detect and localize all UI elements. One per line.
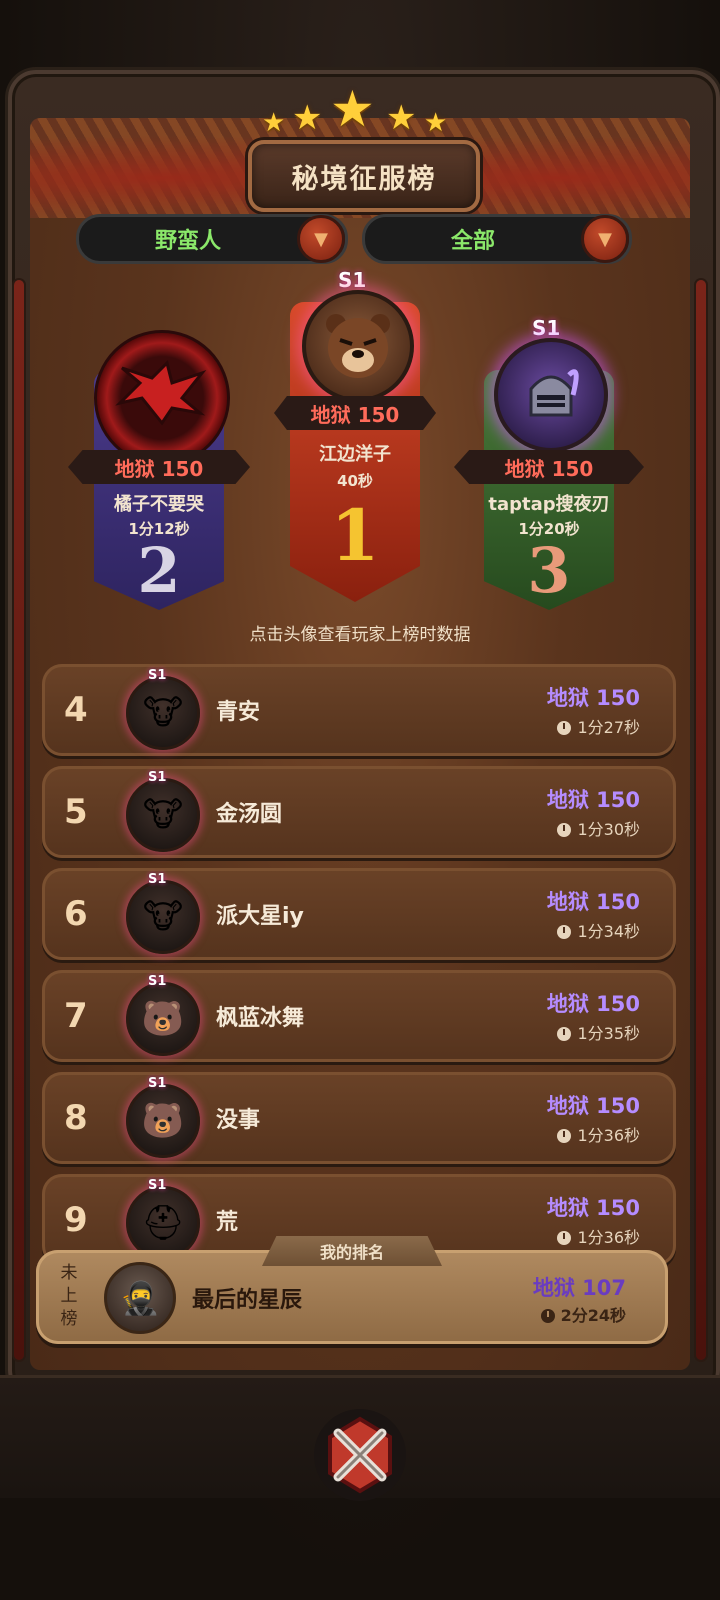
rank-number: 4 <box>64 690 88 730</box>
difficulty-score: 地狱 150 <box>546 1094 640 1118</box>
clear-time: 1分36秒 <box>557 1122 640 1146</box>
clock-icon <box>557 721 572 735</box>
star-icon: ★ <box>292 98 323 138</box>
season-badge: S1 <box>148 974 167 989</box>
player-name: 金汤圆 <box>216 802 283 827</box>
clear-time-value: 1分34秒 <box>577 922 640 941</box>
rank-number: 7 <box>64 996 88 1036</box>
difficulty-score: 地狱 150 <box>546 992 640 1016</box>
season-badge: S1 <box>148 872 167 887</box>
podium-player-name: 橘子不要哭 <box>114 494 204 515</box>
bandit-icon[interactable]: 🥷 <box>104 1262 176 1334</box>
star-icon: ★ <box>424 108 448 138</box>
leaderboard-row[interactable]: 6 🐮 S1 派大星iy 地狱 150 1分34秒 <box>42 868 676 960</box>
rank-number: 5 <box>64 792 88 832</box>
my-difficulty-score: 地狱 107 <box>532 1276 626 1300</box>
knight-helmet-icon[interactable]: ⛑ <box>126 1186 200 1260</box>
season-badge: S1 <box>532 316 561 340</box>
clear-time: 1分30秒 <box>557 816 640 840</box>
podium-rank-number: 2 <box>137 534 181 607</box>
knight-helmet-icon[interactable] <box>494 338 608 452</box>
left-rail <box>14 280 24 1360</box>
difficulty-score: 地狱 150 <box>546 1196 640 1220</box>
difficulty-score: 地狱 150 <box>546 890 640 914</box>
season-badge: S1 <box>148 1178 167 1193</box>
podium-player-name: 江边洋子 <box>319 444 391 465</box>
player-name: 枫蓝冰舞 <box>216 1006 305 1031</box>
leaderboard-row[interactable]: 7 🐻 S1 枫蓝冰舞 地狱 150 1分35秒 <box>42 970 676 1062</box>
clear-time-value: 1分27秒 <box>577 718 640 737</box>
clear-time: 1分36秒 <box>557 1224 640 1248</box>
star-icon: ★ <box>262 108 286 138</box>
scope-filter-dropdown[interactable]: 全部 ▼ <box>362 214 632 264</box>
chevron-down-icon[interactable]: ▼ <box>297 215 345 263</box>
player-name: 青安 <box>216 700 261 725</box>
my-clear-time-value: 2分24秒 <box>560 1306 626 1325</box>
rank-number: 8 <box>64 1098 88 1138</box>
clear-time-value: 1分36秒 <box>577 1126 640 1145</box>
unranked-status: 未上榜 <box>60 1263 78 1329</box>
difficulty-score: 地狱 150 <box>546 686 640 710</box>
my-player-name: 最后的星辰 <box>192 1288 303 1313</box>
my-clear-time: 2分24秒 <box>540 1302 626 1326</box>
close-x-icon[interactable] <box>310 1405 410 1505</box>
clock-icon <box>557 1027 572 1041</box>
page-title: 秘境征服榜 <box>248 140 480 212</box>
clear-time-value: 1分36秒 <box>577 1228 640 1247</box>
tap-avatar-hint: 点击头像查看玩家上榜时数据 <box>249 625 471 645</box>
bear-icon[interactable] <box>302 290 414 402</box>
clear-time-value: 1分35秒 <box>577 1024 640 1043</box>
podium-second: 地狱 150 橘子不要哭 1分12秒 2 <box>68 320 250 610</box>
rank-number: 6 <box>64 894 88 934</box>
class-filter-dropdown[interactable]: 野蛮人 ▼ <box>76 214 348 264</box>
cow-icon[interactable]: 🐮 <box>126 880 200 954</box>
clock-icon <box>557 1231 572 1245</box>
bear-icon[interactable]: 🐻 <box>126 982 200 1056</box>
leaderboard-row[interactable]: 8 🐻 S1 没事 地狱 150 1分36秒 <box>42 1072 676 1164</box>
clock-icon <box>540 1309 555 1323</box>
season-badge: S1 <box>148 770 167 785</box>
clear-time: 1分27秒 <box>557 714 640 738</box>
right-rail <box>696 280 706 1360</box>
podium-score: 地狱 150 <box>454 450 644 484</box>
star-icon: ★ <box>386 98 417 138</box>
leaderboard-row[interactable]: 4 🐮 S1 青安 地狱 150 1分27秒 <box>42 664 676 756</box>
season-badge: S1 <box>338 268 367 292</box>
season-badge: S1 <box>148 668 167 683</box>
podium-time: 40秒 <box>337 472 373 490</box>
clock-icon <box>557 925 572 939</box>
cow-icon[interactable]: 🐮 <box>126 676 200 750</box>
star-icon: ★ <box>330 80 375 138</box>
difficulty-score: 地狱 150 <box>546 788 640 812</box>
leaderboard-row[interactable]: 5 🐮 S1 金汤圆 地狱 150 1分30秒 <box>42 766 676 858</box>
clear-time: 1分34秒 <box>557 918 640 942</box>
scope-filter-label: 全部 <box>450 229 495 254</box>
player-name: 派大星iy <box>216 904 304 929</box>
podium-first: S1 地狱 150 江边洋子 40秒 1 <box>274 262 436 602</box>
season-badge: S1 <box>148 1076 167 1091</box>
clear-time: 1分35秒 <box>557 1020 640 1044</box>
podium-score: 地狱 150 <box>274 396 436 430</box>
chevron-down-icon[interactable]: ▼ <box>581 215 629 263</box>
clock-icon <box>557 823 572 837</box>
podium-score: 地狱 150 <box>68 450 250 484</box>
dragon-icon[interactable] <box>94 330 230 466</box>
my-rank-tab: 我的排名 <box>262 1236 442 1266</box>
podium-rank-number: 1 <box>330 494 380 577</box>
podium-rank-number: 3 <box>527 534 571 607</box>
bear-icon[interactable]: 🐻 <box>126 1084 200 1158</box>
rating-stars: ★ ★ ★ ★ ★ <box>262 80 458 142</box>
player-name: 没事 <box>216 1108 261 1133</box>
podium-player-name: taptap搜夜刃 <box>488 494 610 515</box>
clear-time-value: 1分30秒 <box>577 820 640 839</box>
player-name: 荒 <box>216 1210 239 1235</box>
podium-third: S1 地狱 150 taptap搜夜刃 1分20秒 3 <box>454 316 644 610</box>
rank-number: 9 <box>64 1200 88 1240</box>
clock-icon <box>557 1129 572 1143</box>
class-filter-label: 野蛮人 <box>154 229 221 254</box>
cow-icon[interactable]: 🐮 <box>126 778 200 852</box>
